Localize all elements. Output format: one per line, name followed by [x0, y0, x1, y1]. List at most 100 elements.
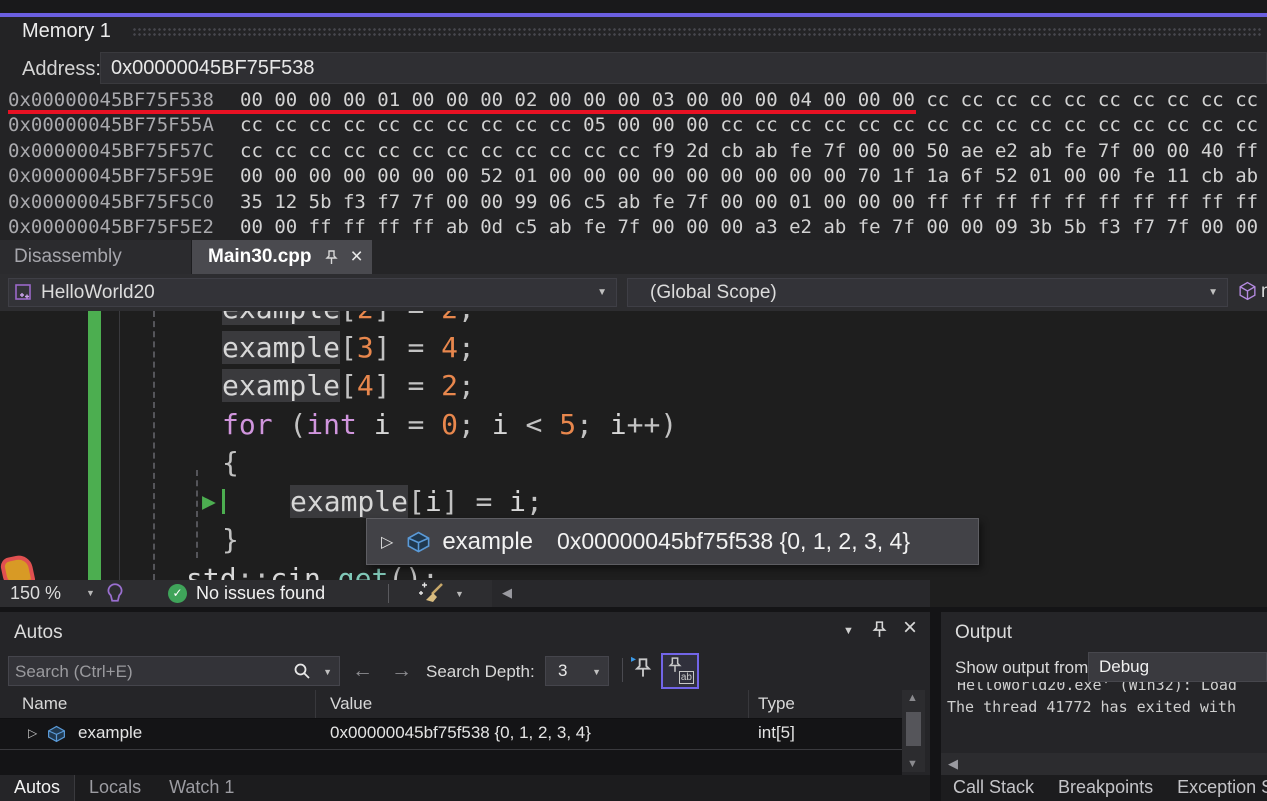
code-token: ;: [458, 369, 475, 402]
code-token: (: [273, 408, 307, 441]
memory-top-strip: [0, 0, 1267, 13]
debugger-datatip[interactable]: ▷ example 0x00000045bf75f538 {0, 1, 2, 3…: [366, 518, 979, 565]
search-icon[interactable]: [293, 662, 311, 680]
code-token: <: [525, 408, 559, 441]
tab-watch-1[interactable]: Watch 1: [155, 775, 248, 801]
tab-autos[interactable]: Autos: [0, 775, 75, 801]
pin-member-values-toggle[interactable]: ab: [661, 653, 699, 689]
window-position-icon[interactable]: ▼: [843, 625, 854, 637]
column-header-value[interactable]: Value: [330, 694, 372, 714]
pin-window-icon[interactable]: [872, 621, 887, 643]
tab-main30-cpp[interactable]: Main30.cpp ×: [192, 240, 372, 274]
code-token: ++: [627, 408, 661, 441]
memory-row[interactable]: 0x00000045BF75F5E200 00 ff ff ff ff ab 0…: [0, 215, 1267, 240]
pin-tab-icon[interactable]: [325, 250, 338, 265]
code-token: ::: [237, 562, 271, 581]
scroll-left-arrow-icon[interactable]: ◀: [502, 585, 512, 601]
search-forward-arrow-icon[interactable]: →: [391, 659, 412, 683]
memory-hex-grid[interactable]: 0x00000045BF75F53800 00 00 00 01 00 00 0…: [0, 88, 1267, 240]
memory-drag-grip[interactable]: [132, 27, 1261, 36]
code-token: [: [340, 331, 357, 364]
current-statement-arrow-icon: ▶: [202, 483, 216, 522]
tab-breakpoints[interactable]: Breakpoints: [1046, 775, 1165, 801]
tab-locals[interactable]: Locals: [75, 775, 155, 801]
datatip-variable-name: example: [442, 528, 533, 556]
code-token: 2: [441, 369, 458, 402]
code-token: i: [610, 408, 627, 441]
memory-row[interactable]: 0x00000045BF75F59E00 00 00 00 00 00 00 5…: [0, 164, 1267, 189]
search-box: ▼: [8, 656, 340, 686]
scroll-up-arrow-icon[interactable]: ▲: [907, 692, 918, 704]
issues-status-message: No issues found: [196, 583, 325, 604]
code-line: for (int i = 0; i < 5; i++): [0, 405, 1267, 444]
scroll-left-arrow-icon[interactable]: ◀: [948, 756, 958, 772]
chevron-down-icon[interactable]: ▼: [86, 588, 95, 598]
address-input[interactable]: [100, 52, 1267, 84]
output-source-dropdown[interactable]: Debug: [1088, 652, 1267, 682]
zoom-level-value[interactable]: 150 %: [10, 583, 61, 604]
memory-row[interactable]: 0x00000045BF75F55A cc cc cc cc cc cc cc c…: [0, 113, 1267, 138]
scope-dropdown[interactable]: (Global Scope) ▼: [627, 278, 1228, 307]
code-token: 3: [357, 331, 374, 364]
member-dropdown-partial[interactable]: m: [1261, 281, 1267, 303]
search-input[interactable]: [13, 658, 272, 686]
memory-row[interactable]: 0x00000045BF75F5C035 12 5b f3 f7 7f 00 0…: [0, 190, 1267, 215]
code-token: .: [321, 562, 338, 581]
autos-panel-title: Autos: [14, 622, 63, 644]
chevron-down-icon[interactable]: ▼: [323, 667, 332, 677]
vertical-scrollbar[interactable]: ▲ ▼: [902, 690, 925, 772]
code-token: std: [186, 562, 237, 581]
output-log[interactable]: HelloWorld20.exe' (Win32): Load The thre…: [941, 682, 1267, 752]
autos-row-name: example: [78, 723, 142, 743]
search-depth-dropdown[interactable]: 3 ▼: [545, 656, 609, 686]
expand-arrow-icon[interactable]: ▷: [28, 726, 37, 740]
memory-accent-line: [0, 13, 1267, 17]
horizontal-scrollbar[interactable]: ◀: [492, 580, 930, 607]
code-cleanup-broom-icon[interactable]: [416, 581, 446, 611]
column-header-type[interactable]: Type: [758, 694, 795, 714]
code-token: ;: [458, 331, 475, 364]
memory-row-address: 0x00000045BF75F55A: [8, 113, 214, 138]
autos-grid-body: ▷example0x00000045bf75f538 {0, 1, 2, 3, …: [0, 718, 902, 776]
tab-call-stack[interactable]: Call Stack: [941, 775, 1046, 801]
autos-row-type: int[5]: [758, 723, 795, 743]
close-tab-icon[interactable]: ×: [350, 247, 362, 267]
memory-row[interactable]: 0x00000045BF75F53800 00 00 00 01 00 00 0…: [0, 88, 1267, 113]
output-line: The thread 41772 has exited with: [947, 698, 1236, 716]
code-token: 0: [441, 408, 458, 441]
horizontal-scrollbar[interactable]: ◀: [941, 753, 1267, 775]
expand-arrow-icon[interactable]: ▷: [381, 532, 393, 552]
memory-row[interactable]: 0x00000045BF75F57Ccc cc cc cc cc cc cc c…: [0, 139, 1267, 164]
search-back-arrow-icon[interactable]: ←: [352, 659, 373, 683]
code-token: cin: [270, 562, 321, 581]
memory-row-address: 0x00000045BF75F59E: [8, 164, 214, 189]
autos-row[interactable]: ▷example0x00000045bf75f538 {0, 1, 2, 3, …: [0, 719, 902, 750]
code-token: ;: [526, 485, 543, 518]
tab-exception-settings[interactable]: Exception S: [1165, 775, 1267, 801]
debug-tab-strip: Call Stack Breakpoints Exception S: [941, 775, 1267, 801]
scroll-down-arrow-icon[interactable]: ▼: [907, 758, 918, 770]
vertical-splitter[interactable]: [930, 612, 941, 801]
intellicode-icon[interactable]: [104, 582, 126, 609]
code-line: example[3] = 4;: [0, 328, 1267, 367]
close-window-icon[interactable]: ×: [903, 616, 917, 640]
memory-window-title: Memory 1: [22, 20, 111, 43]
project-dropdown[interactable]: HelloWorld20 ▼: [8, 278, 617, 307]
ab-label: ab: [679, 671, 694, 684]
chevron-down-icon[interactable]: ▼: [455, 589, 464, 599]
memory-row-bytes: 35 12 5b f3 f7 7f 00 00 99 06 c5 ab fe 7…: [240, 190, 1258, 215]
memory-row-bytes: cc cc cc cc cc cc cc cc cc cc cc cc f9 2…: [240, 139, 1258, 164]
code-token: ;: [576, 408, 610, 441]
column-header-name[interactable]: Name: [22, 694, 67, 714]
tab-disassembly[interactable]: Disassembly: [0, 240, 192, 274]
code-token: =: [391, 331, 442, 364]
flag-pinned-icon[interactable]: [634, 658, 652, 683]
memory-row-bytes: cc cc cc cc cc cc cc cc cc cc 05 00 00 0…: [240, 113, 1258, 138]
code-token: ]: [442, 485, 459, 518]
watch-tab-strip: Autos Locals Watch 1: [0, 775, 930, 801]
memory-row-bytes: 00 00 ff ff ff ff ab 0d c5 ab fe 7f 00 0…: [240, 215, 1258, 240]
scrollbar-thumb[interactable]: [906, 712, 921, 746]
code-line: {: [0, 443, 1267, 482]
code-token: ;: [458, 311, 475, 325]
code-line: ▶example[i] = i;: [0, 482, 1267, 521]
